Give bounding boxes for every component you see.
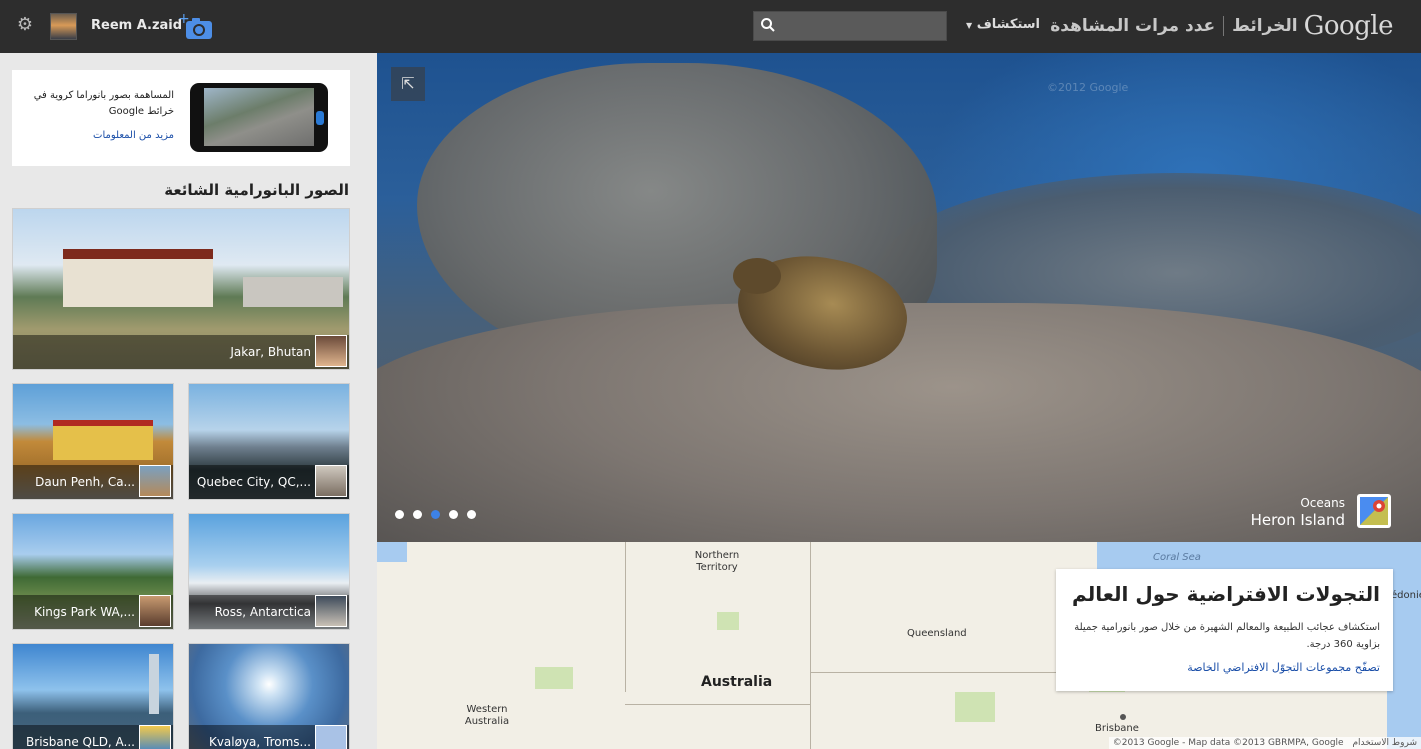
featured-panorama[interactable]: ©2012 Google ⇱ Oceans Heron Island [377,53,1421,542]
panorama-label: Kvaløya, Troms... [208,735,311,749]
panorama-label: Kings Park WA,... [34,605,135,619]
map-label: Western Australia [464,704,510,727]
place-category: Oceans [1300,496,1345,510]
place-name[interactable]: Heron Island [1251,511,1345,529]
watermark: ©2012 Google [1047,81,1129,94]
phone-image [190,83,328,152]
map-label: Brisbane [1095,723,1139,734]
panorama-thumb[interactable]: Jakar, Bhutan [12,208,350,370]
panorama-thumb[interactable]: Quebec City, QC,... [188,383,350,500]
tour-info-card: التجولات الافتراضية حول العالم استكشاف ع… [1056,569,1393,691]
map-label: édonie [1391,590,1421,601]
avatar[interactable] [139,465,171,497]
sidebar: المساهمة بصور بانوراما كروية في خرائط Go… [0,53,377,749]
slide-dot[interactable] [413,510,422,519]
avatar[interactable] [315,725,347,749]
terms-link[interactable]: شروط الاستخدام [1352,738,1417,748]
top-bar: ⚙ Reem A.zaid + ▼ استكشاف عدد مرات المشا… [0,0,1421,53]
learn-more-link[interactable]: مزيد من المعلومات [93,130,174,141]
google-logo[interactable]: Google [1304,11,1394,41]
slide-dot[interactable] [395,510,404,519]
avatar[interactable] [315,595,347,627]
avatar[interactable] [50,13,77,40]
map-label: Northern Territory [694,550,740,573]
user-name[interactable]: Reem A.zaid [91,18,182,33]
map-label: Australia [701,674,773,690]
collapse-icon[interactable]: ⇱ [391,67,425,101]
divider [1223,16,1225,36]
slide-dot[interactable] [431,510,440,519]
panorama-label: Brisbane QLD, A... [26,735,135,749]
avatar[interactable] [315,465,347,497]
avatar[interactable] [139,725,171,749]
panorama-thumb[interactable]: Ross, Antarctica [188,513,350,630]
slide-dot[interactable] [467,510,476,519]
search-icon[interactable] [760,17,776,33]
map-label: Coral Sea [1153,552,1201,563]
avatar[interactable] [139,595,171,627]
slide-indicator [395,510,476,519]
brand: عدد مرات المشاهدة الخرائط Google [1050,10,1393,42]
views-label[interactable]: عدد مرات المشاهدة [1050,16,1215,36]
avatar[interactable] [315,335,347,367]
gear-icon[interactable]: ⚙ [16,16,34,34]
card-description: استكشاف عجائب الطبيعة والمعالم الشهيرة م… [1074,622,1380,650]
map-label: Queensland [907,628,967,639]
explore-label: استكشاف [976,17,1041,32]
panorama-label: Quebec City, QC,... [196,475,311,489]
panorama-thumb[interactable]: Kvaløya, Troms... [188,643,350,749]
chevron-down-icon: ▼ [966,21,973,30]
popular-panoramas-title: الصور البانورامية الشائعة [164,181,349,199]
attribution-text: ©2013 Google - Map data ©2013 GBRMPA, Go… [1112,738,1344,748]
slide-dot[interactable] [449,510,458,519]
browse-tours-link[interactable]: تصفّح مجموعات التجوّل الافتراضي الخاصة [1187,661,1380,674]
contribute-promo: المساهمة بصور بانوراما كروية في خرائط Go… [12,70,350,166]
maps-label[interactable]: الخرائط [1232,16,1297,36]
panorama-thumb[interactable]: Brisbane QLD, A... [12,643,174,749]
panorama-label: Jakar, Bhutan [230,345,311,359]
add-photo-camera-icon[interactable]: + [178,11,216,42]
panorama-label: Daun Penh, Ca... [35,475,135,489]
panorama-thumb[interactable]: Daun Penh, Ca... [12,383,174,500]
maps-pin-icon[interactable] [1357,494,1391,528]
search-box[interactable] [753,11,947,41]
map-attribution: ©2013 Google - Map data ©2013 GBRMPA, Go… [1108,737,1421,749]
panorama-thumb[interactable]: Kings Park WA,... [12,513,174,630]
card-title: التجولات الافتراضية حول العالم [1072,582,1380,606]
explore-dropdown[interactable]: ▼ استكشاف [966,17,1040,32]
promo-text: المساهمة بصور بانوراما كروية في خرائط Go… [33,90,174,117]
panorama-label: Ross, Antarctica [214,605,311,619]
